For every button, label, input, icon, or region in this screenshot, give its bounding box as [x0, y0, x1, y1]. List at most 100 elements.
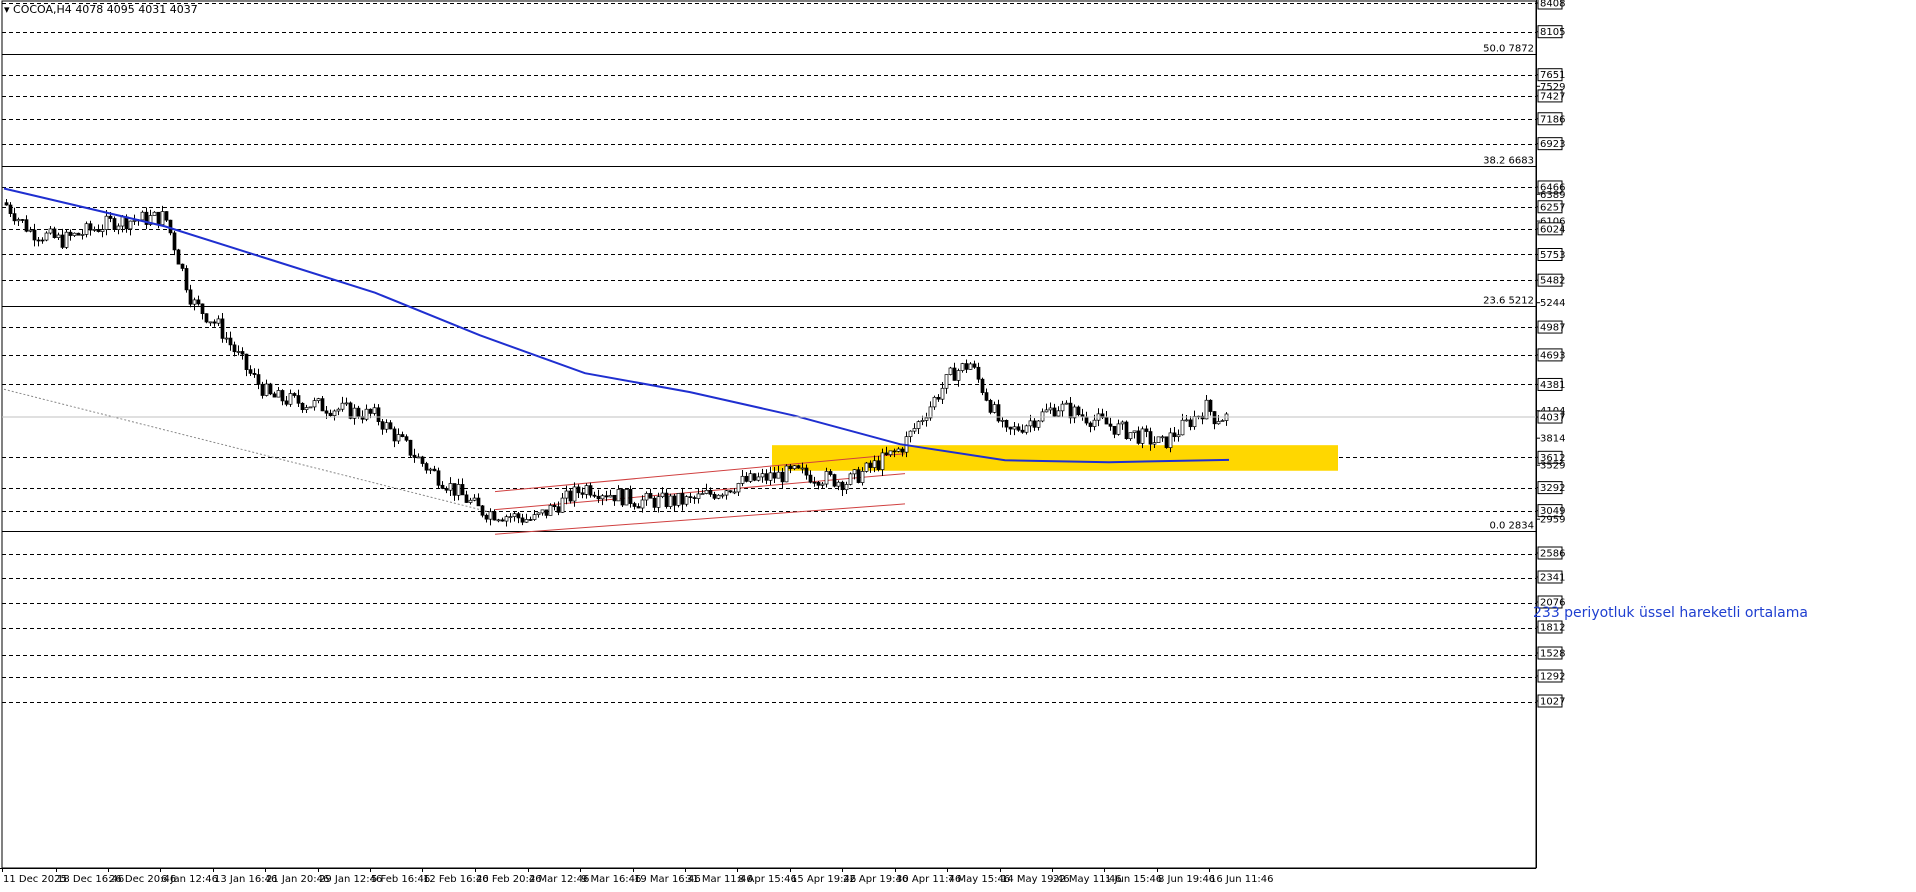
candle-body — [164, 211, 169, 221]
price-tick-label: 4381 — [1540, 380, 1565, 391]
candle-body — [316, 398, 321, 401]
candle-body — [256, 374, 261, 385]
candle-body — [84, 223, 89, 235]
price-tick-label: 1528 — [1540, 649, 1565, 660]
candle-body — [800, 467, 805, 470]
candle-body — [1176, 434, 1181, 438]
candle-body — [500, 519, 505, 522]
candle-body — [72, 232, 77, 236]
candle-body — [828, 471, 833, 475]
candle-body — [1008, 426, 1013, 430]
symbol-header: ▾ COCOA,H4 4078 4095 4031 4037 — [4, 3, 198, 16]
candle-body — [176, 249, 181, 265]
price-chart[interactable]: 50.0 7872 38.2 6683 23.6 5212 0.0 2834 8408 8… — [0, 0, 1916, 888]
candle-body — [364, 408, 369, 420]
candle-body — [952, 367, 957, 381]
candle-body — [76, 232, 81, 236]
candle-body — [1080, 414, 1085, 418]
candle-body — [1024, 425, 1029, 433]
candle-body — [168, 219, 173, 234]
candle-body — [1116, 423, 1121, 435]
candle-body — [712, 493, 717, 499]
candle-body — [964, 363, 969, 370]
price-tick-label: 6923 — [1540, 139, 1565, 150]
price-tick-label: 5244 — [1540, 298, 1565, 309]
candle-body — [1140, 428, 1145, 444]
candle-body — [272, 393, 277, 398]
candle-body — [484, 514, 489, 520]
candle-body — [100, 229, 105, 232]
candle-body — [140, 211, 145, 221]
candle-body — [456, 484, 461, 496]
candle-body — [912, 428, 917, 432]
candle-body — [504, 516, 509, 522]
candle-body — [956, 370, 961, 381]
candle-body — [916, 421, 921, 429]
candle-body — [428, 468, 433, 471]
candle-body — [568, 490, 573, 502]
current-price-label: 4037 — [1540, 413, 1565, 424]
candle-body — [1220, 420, 1225, 422]
candle-body — [636, 506, 641, 509]
candle-body — [396, 434, 401, 442]
candle-body — [380, 421, 385, 430]
candle-body — [448, 483, 453, 491]
price-tick-label: 5753 — [1540, 250, 1565, 261]
candle-body — [740, 475, 745, 484]
candle-body — [660, 492, 665, 498]
candle-body — [692, 497, 697, 499]
candle-body — [40, 239, 45, 242]
candle-body — [128, 220, 133, 230]
candle-body — [1000, 419, 1005, 422]
candle-body — [608, 494, 613, 498]
candle-body — [856, 469, 861, 483]
time-tick-label: 16 Jun 11:46 — [1210, 874, 1274, 885]
candle-body — [24, 219, 29, 232]
candle-body — [44, 232, 49, 241]
price-tick-label: 2586 — [1540, 549, 1565, 560]
candle-body — [924, 417, 929, 421]
candle-body — [212, 321, 217, 324]
price-tick-label: 1812 — [1540, 623, 1565, 634]
candle-body — [196, 299, 201, 305]
candle-body — [1104, 417, 1109, 425]
candle-body — [576, 486, 581, 494]
symbol-name: COCOA,H4 — [13, 3, 72, 16]
candle-body — [1144, 428, 1149, 432]
candle-body — [548, 504, 553, 516]
candle-body — [596, 495, 601, 500]
candle-body — [480, 505, 485, 516]
candle-body — [844, 484, 849, 491]
menu-icon[interactable]: ▾ — [4, 3, 10, 16]
candle-body — [892, 450, 897, 453]
candle-body — [796, 465, 801, 469]
candle-body — [116, 225, 121, 230]
candle-body — [232, 344, 237, 353]
candle-body — [804, 467, 809, 476]
candle-body — [1216, 421, 1221, 425]
candle-body — [840, 481, 845, 491]
candle-body — [544, 509, 549, 516]
candle-body — [1092, 419, 1097, 427]
candle-body — [476, 497, 481, 507]
candle-body — [748, 473, 753, 482]
candle-body — [376, 407, 381, 422]
chart-svg[interactable]: 50.0 7872 38.2 6683 23.6 5212 0.0 2834 8408 8… — [0, 0, 1916, 888]
candle-body — [1124, 421, 1129, 440]
price-tick-label: 7427 — [1540, 91, 1565, 102]
candle-body — [540, 509, 545, 514]
candle-body — [88, 223, 93, 231]
price-tick-label: 6389 — [1540, 190, 1565, 201]
candle-body — [184, 268, 189, 291]
candle-body — [440, 484, 445, 489]
candle-body — [336, 408, 341, 412]
candle-body — [552, 504, 557, 508]
candle-body — [696, 493, 701, 499]
candle-body — [52, 228, 57, 238]
candle-body — [300, 402, 305, 411]
candle-body — [680, 493, 685, 505]
candle-body — [156, 211, 161, 226]
candle-body — [584, 485, 589, 495]
candle-body — [664, 492, 669, 507]
candle-body — [940, 387, 945, 400]
